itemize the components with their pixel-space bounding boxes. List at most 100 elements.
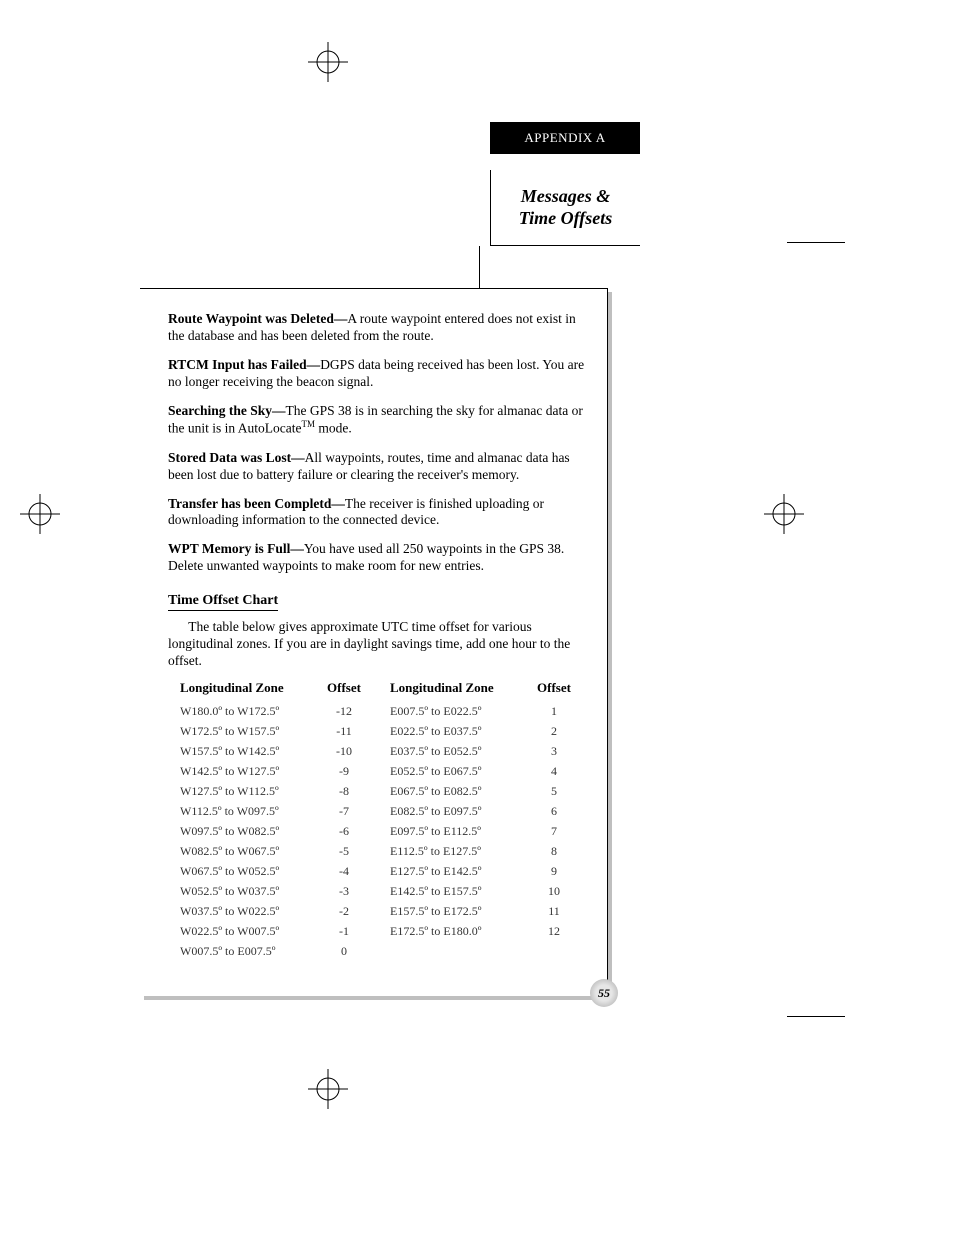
- offset-cell: -1: [316, 922, 372, 942]
- zone-cell: E022.5º to E037.5º: [390, 722, 526, 742]
- message-item: RTCM Input has Failed—DGPS data being re…: [168, 357, 587, 391]
- table-row: W037.5º to W022.5º-2 E157.5º to E172.5º11: [180, 902, 582, 922]
- offset-cell: 1: [526, 702, 582, 722]
- table-row: W180.0º to W172.5º-12 E007.5º to E022.5º1: [180, 702, 582, 722]
- table-row: W052.5º to W037.5º-3 E142.5º to E157.5º10: [180, 882, 582, 902]
- page-number-badge: 55: [590, 979, 618, 1007]
- zone-cell: E067.5º to E082.5º: [390, 782, 526, 802]
- col-header-zone: Longitudinal Zone: [390, 680, 526, 702]
- zone-cell: W067.5º to W052.5º: [180, 862, 316, 882]
- zone-cell: W142.5º to W127.5º: [180, 762, 316, 782]
- table-row: W007.5º to E007.5º0: [180, 942, 582, 962]
- col-header-offset: Offset: [316, 680, 372, 702]
- page: APPENDIX A Messages & Time Offsets Route…: [0, 0, 954, 1235]
- offset-cell: -2: [316, 902, 372, 922]
- zone-cell: E007.5º to E022.5º: [390, 702, 526, 722]
- table-header-row: Longitudinal Zone Offset Longitudinal Zo…: [180, 680, 582, 702]
- offset-cell: 5: [526, 782, 582, 802]
- message-item: Route Waypoint was Deleted—A route waypo…: [168, 311, 587, 345]
- message-bold: Route Waypoint was Deleted—: [168, 311, 347, 326]
- message-bold: Searching the Sky—: [168, 403, 286, 418]
- offset-cell: -10: [316, 742, 372, 762]
- table-row: W172.5º to W157.5º-11 E022.5º to E037.5º2: [180, 722, 582, 742]
- offset-cell: 7: [526, 822, 582, 842]
- zone-cell: E157.5º to E172.5º: [390, 902, 526, 922]
- zone-cell: E052.5º to E067.5º: [390, 762, 526, 782]
- zone-cell: W082.5º to W067.5º: [180, 842, 316, 862]
- message-bold: Transfer has been Completd—: [168, 496, 345, 511]
- offset-cell: 4: [526, 762, 582, 782]
- offset-cell: -12: [316, 702, 372, 722]
- message-item: Transfer has been Completd—The receiver …: [168, 496, 587, 530]
- table-row: W127.5º to W112.5º-8 E067.5º to E082.5º5: [180, 782, 582, 802]
- chart-heading: Time Offset Chart: [168, 593, 278, 611]
- page-number: 55: [598, 986, 610, 1001]
- section-line-1: Messages &: [521, 186, 611, 208]
- offset-cell: -3: [316, 882, 372, 902]
- zone-cell: W097.5º to W082.5º: [180, 822, 316, 842]
- section-line-2: Time Offsets: [519, 208, 612, 230]
- message-item: Searching the Sky—The GPS 38 is in searc…: [168, 403, 587, 438]
- offset-cell: 6: [526, 802, 582, 822]
- offset-cell: 9: [526, 862, 582, 882]
- crop-mark-top-icon: [308, 42, 348, 82]
- content-box: Route Waypoint was Deleted—A route waypo…: [140, 288, 608, 996]
- zone-cell: E097.5º to E112.5º: [390, 822, 526, 842]
- zone-cell: W127.5º to W112.5º: [180, 782, 316, 802]
- zone-cell: E142.5º to E157.5º: [390, 882, 526, 902]
- zone-cell: W052.5º to W037.5º: [180, 882, 316, 902]
- offset-cell: 8: [526, 842, 582, 862]
- offset-cell: 0: [316, 942, 372, 962]
- message-item: Stored Data was Lost—All waypoints, rout…: [168, 450, 587, 484]
- message-bold: WPT Memory is Full—: [168, 541, 304, 556]
- offset-cell: -4: [316, 862, 372, 882]
- connector-line-icon: [479, 246, 480, 288]
- offset-cell: 10: [526, 882, 582, 902]
- offset-cell: 12: [526, 922, 582, 942]
- message-item: WPT Memory is Full—You have used all 250…: [168, 541, 587, 575]
- appendix-tab: APPENDIX A: [490, 122, 640, 154]
- crop-mark-left-icon: [20, 494, 60, 534]
- offset-cell: -6: [316, 822, 372, 842]
- zone-cell: W180.0º to W172.5º: [180, 702, 316, 722]
- side-rule-icon: [787, 1016, 845, 1017]
- message-bold: RTCM Input has Failed—: [168, 357, 320, 372]
- message-bold: Stored Data was Lost—: [168, 450, 305, 465]
- crop-mark-right-icon: [764, 494, 804, 534]
- table-row: W157.5º to W142.5º-10 E037.5º to E052.5º3: [180, 742, 582, 762]
- table-row: W097.5º to W082.5º-6 E097.5º to E112.5º7: [180, 822, 582, 842]
- crop-mark-bottom-icon: [308, 1069, 348, 1109]
- zone-cell: W037.5º to W022.5º: [180, 902, 316, 922]
- zone-cell: W007.5º to E007.5º: [180, 942, 316, 962]
- offset-cell: [526, 942, 582, 962]
- offset-cell: -5: [316, 842, 372, 862]
- offset-cell: -9: [316, 762, 372, 782]
- chart-intro: The table below gives approximate UTC ti…: [168, 619, 587, 670]
- col-header-zone: Longitudinal Zone: [180, 680, 316, 702]
- message-text-2: mode.: [315, 421, 352, 436]
- table-row: W112.5º to W097.5º-7 E082.5º to E097.5º6: [180, 802, 582, 822]
- table-row: W067.5º to W052.5º-4 E127.5º to E142.5º9: [180, 862, 582, 882]
- section-label: Messages & Time Offsets: [490, 170, 640, 246]
- zone-cell: W172.5º to W157.5º: [180, 722, 316, 742]
- col-header-offset: Offset: [526, 680, 582, 702]
- zone-cell: [390, 942, 526, 962]
- offset-cell: 2: [526, 722, 582, 742]
- table-row: W022.5º to W007.5º-1E172.5º to E180.0º12: [180, 922, 582, 942]
- offset-cell: -7: [316, 802, 372, 822]
- zone-cell: E082.5º to E097.5º: [390, 802, 526, 822]
- offset-cell: -11: [316, 722, 372, 742]
- table-row: W082.5º to W067.5º-5 E112.5º to E127.5º8: [180, 842, 582, 862]
- zone-cell: W112.5º to W097.5º: [180, 802, 316, 822]
- zone-cell: W022.5º to W007.5º: [180, 922, 316, 942]
- offset-cell: -8: [316, 782, 372, 802]
- superscript: TM: [301, 419, 315, 429]
- offset-cell: 3: [526, 742, 582, 762]
- side-rule-icon: [787, 242, 845, 243]
- offset-table: Longitudinal Zone Offset Longitudinal Zo…: [180, 680, 582, 962]
- zone-cell: E112.5º to E127.5º: [390, 842, 526, 862]
- zone-cell: E037.5º to E052.5º: [390, 742, 526, 762]
- offset-cell: 11: [526, 902, 582, 922]
- zone-cell: E127.5º to E142.5º: [390, 862, 526, 882]
- zone-cell: W157.5º to W142.5º: [180, 742, 316, 762]
